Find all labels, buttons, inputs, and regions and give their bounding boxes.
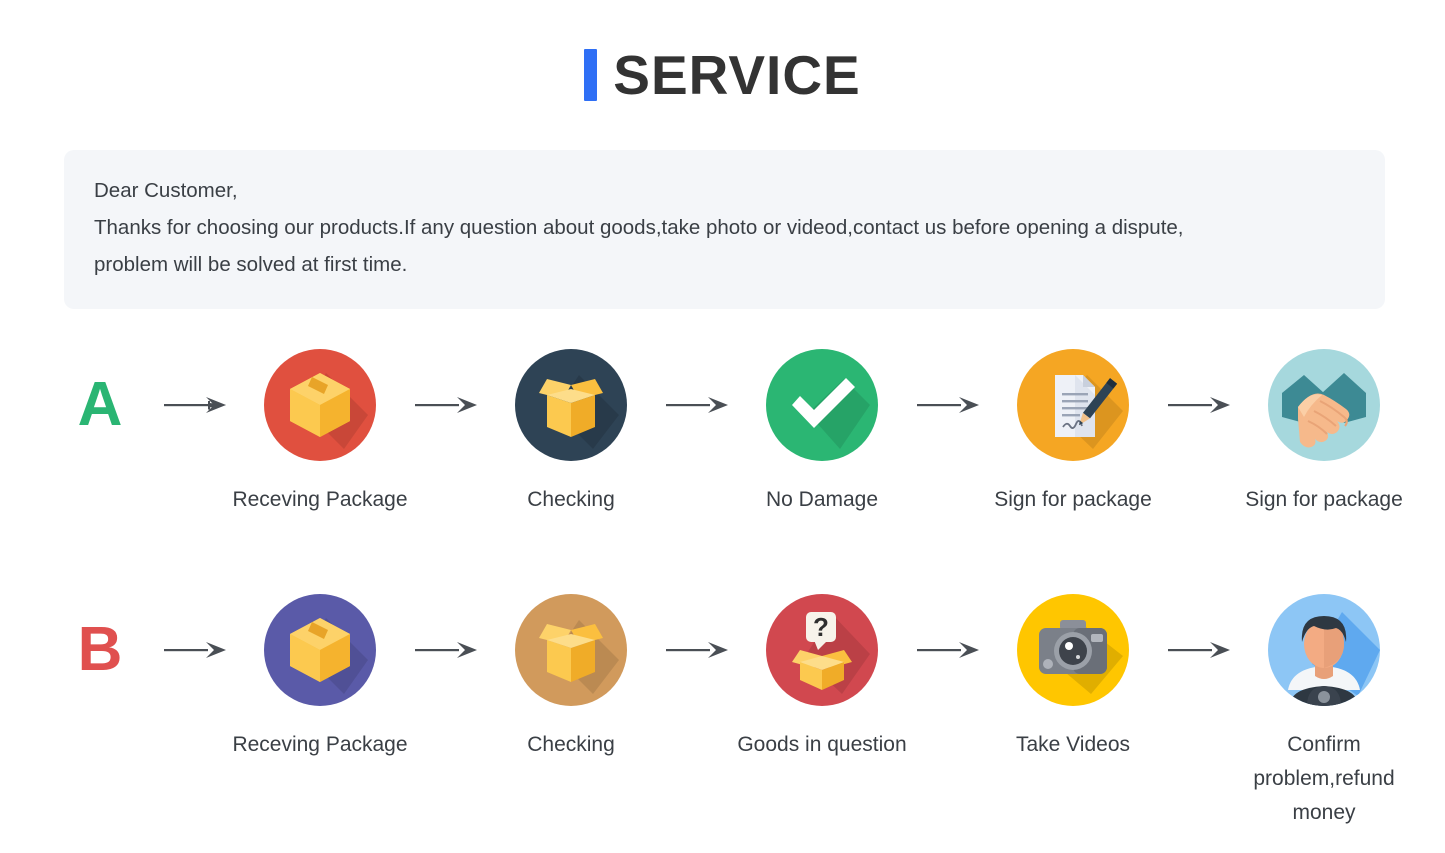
page-header: SERVICE	[0, 0, 1445, 150]
flow-letter-label: B	[77, 615, 123, 684]
sealed-package-icon	[264, 594, 376, 706]
flow-step: Receving Package	[232, 590, 408, 762]
flow-step: Receving Package	[232, 345, 408, 517]
page-title: SERVICE	[613, 43, 861, 106]
flow-step-label: Goods in question	[737, 733, 907, 756]
flow-step-label: Confirm problem,refund money	[1253, 733, 1395, 824]
flow-step-label: Take Videos	[1015, 733, 1131, 756]
flow-step: Checking	[510, 590, 632, 762]
flow-step-label: No Damage	[765, 488, 879, 511]
notice-line-closing: problem will be solved at first time.	[94, 253, 408, 276]
sign-document-icon	[1017, 349, 1129, 461]
process-flows: A Receving Package Checking No Damage Si…	[0, 345, 1445, 824]
camera-icon	[1017, 594, 1129, 706]
svg-text:?: ?	[813, 612, 829, 642]
arrow-right-icon	[883, 345, 1012, 465]
notice-line-body: Thanks for choosing our products.If any …	[94, 216, 1184, 239]
handshake-icon	[1268, 349, 1380, 461]
flow-step: Sign for package	[1245, 345, 1403, 517]
flow-row-b: B Receving Package Checking ? Goods in q…	[70, 590, 1395, 824]
flow-step-label: Checking	[527, 733, 615, 756]
sealed-package-icon	[264, 349, 376, 461]
arrow-right-icon	[130, 345, 259, 465]
flow-step: Confirm problem,refund money	[1253, 590, 1395, 830]
flow-step: Checking	[510, 345, 632, 517]
open-box-icon	[515, 594, 627, 706]
flow-letter-label: A	[77, 370, 123, 439]
arrow-right-icon	[632, 345, 761, 465]
support-agent-icon	[1268, 594, 1380, 706]
question-box-icon: ?	[766, 594, 878, 706]
flow-b-letter: B	[70, 590, 130, 710]
flow-step-label: Receving Package	[232, 488, 408, 511]
flow-step: ? Goods in question	[737, 590, 907, 762]
flow-step-label: Checking	[527, 488, 615, 511]
flow-step-label: Sign for package	[994, 488, 1152, 511]
flow-step: Sign for package	[994, 345, 1152, 517]
flow-a-letter: A	[70, 345, 130, 465]
open-box-icon	[515, 349, 627, 461]
arrow-right-icon	[1134, 590, 1263, 710]
check-mark-icon	[766, 349, 878, 461]
arrow-right-icon	[883, 590, 1012, 710]
flow-row-a: A Receving Package Checking No Damage Si…	[70, 345, 1403, 545]
arrow-right-icon	[381, 345, 510, 465]
notice-line-greeting: Dear Customer,	[94, 179, 238, 202]
customer-notice-box: Dear Customer, Thanks for choosing our p…	[64, 150, 1385, 309]
arrow-right-icon	[381, 590, 510, 710]
arrow-right-icon	[632, 590, 761, 710]
flow-step: No Damage	[761, 345, 883, 517]
flow-step-label: Receving Package	[232, 733, 408, 756]
title-accent-bar	[584, 49, 598, 101]
flow-step: Take Videos	[1012, 590, 1134, 762]
flow-step-label: Sign for package	[1245, 488, 1403, 511]
service-page: SERVICE Dear Customer, Thanks for choosi…	[0, 0, 1445, 853]
arrow-right-icon	[130, 590, 259, 710]
arrow-right-icon	[1134, 345, 1263, 465]
